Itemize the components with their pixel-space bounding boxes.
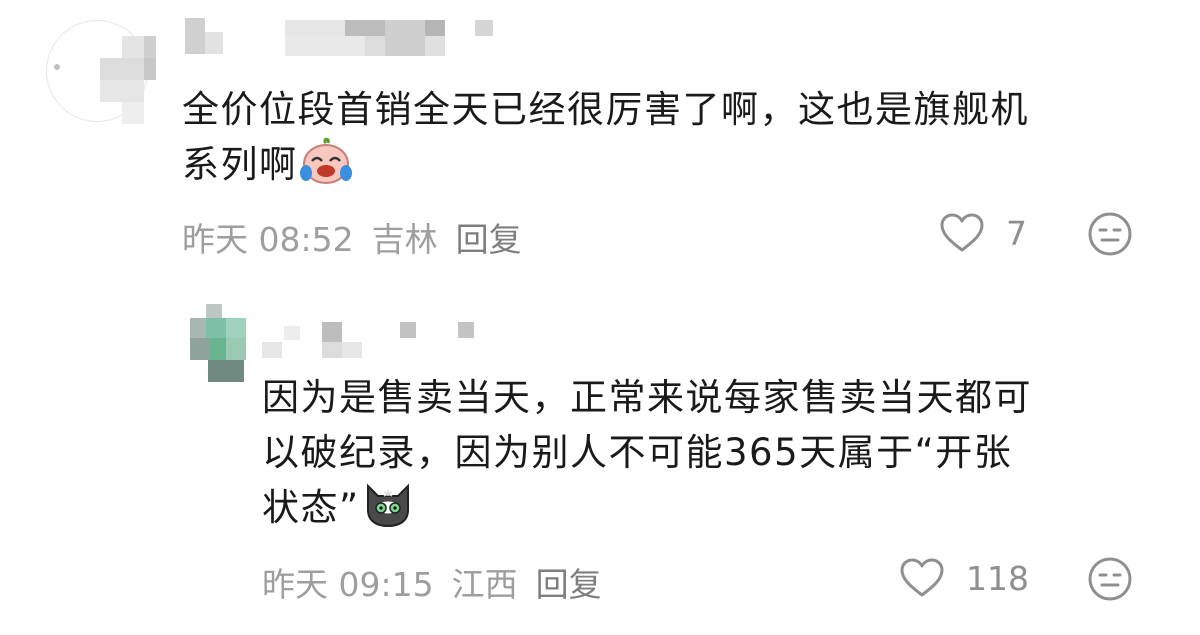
- dislike-button[interactable]: [1087, 211, 1133, 257]
- reply-button[interactable]: 回复: [456, 213, 522, 261]
- timestamp: 昨天 09:15: [262, 565, 434, 604]
- username[interactable]: [262, 320, 482, 360]
- like-count: 118: [966, 558, 1029, 598]
- heart-outline-icon: [940, 213, 984, 252]
- comment-text-line: 以破纪录，因为别人不可能365天属于“开张: [262, 431, 1013, 474]
- heart-outline-icon: [900, 558, 944, 597]
- comment-text: 全价位段首销全天已经很厉害了啊，这也是旗舰机 系列啊: [182, 82, 1029, 192]
- username[interactable]: [185, 18, 505, 62]
- timestamp: 昨天 08:52: [182, 220, 354, 259]
- reply-button[interactable]: 回复: [536, 558, 602, 606]
- avatar[interactable]: [190, 304, 250, 382]
- dislike-button[interactable]: [1087, 556, 1133, 602]
- like-button[interactable]: 7: [940, 213, 1027, 253]
- comment-text-line: 系列啊: [182, 137, 1029, 192]
- comment-text-line: 全价位段首销全天已经很厉害了啊，这也是旗舰机: [182, 88, 1029, 131]
- comment-1: 全价位段首销全天已经很厉害了啊，这也是旗舰机 系列啊 昨天 08:52 吉林 回…: [0, 0, 1200, 280]
- location: 吉林: [371, 220, 438, 259]
- gray-cat-emoji: [362, 480, 414, 528]
- comment-text: 因为是售卖当天，正常来说每家售卖当天都可 以破纪录，因为别人不可能365天属于“…: [262, 370, 1032, 535]
- comment-text-line: 状态”: [262, 480, 1032, 535]
- like-count: 7: [1006, 213, 1027, 253]
- like-button[interactable]: 118: [900, 558, 1029, 598]
- meh-face-icon: [1088, 557, 1132, 601]
- comment-meta: 昨天 09:15 江西 回复: [262, 558, 602, 606]
- avatar[interactable]: [46, 18, 156, 128]
- comment-2: 因为是售卖当天，正常来说每家售卖当天都可 以破纪录，因为别人不可能365天属于“…: [0, 280, 1200, 635]
- crying-laughing-face-emoji: [299, 137, 352, 185]
- meh-face-icon: [1088, 212, 1132, 256]
- location: 江西: [451, 565, 518, 604]
- comment-meta: 昨天 08:52 吉林 回复: [182, 213, 522, 261]
- comment-text-line: 因为是售卖当天，正常来说每家售卖当天都可: [262, 376, 1032, 419]
